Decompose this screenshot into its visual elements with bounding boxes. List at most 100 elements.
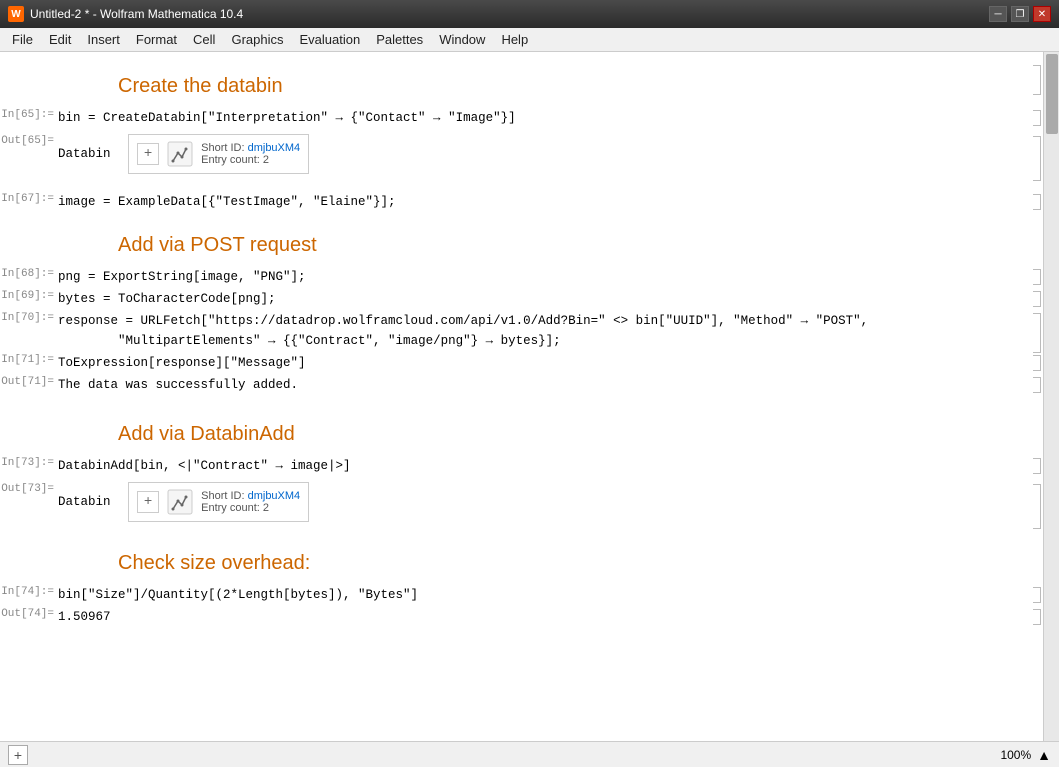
body-in68[interactable]: png = ExportString[image, "PNG"]; (58, 267, 1021, 287)
menu-bar: File Edit Insert Format Cell Graphics Ev… (0, 28, 1059, 52)
cell-in65: In[65]:= bin = CreateDatabin["Interpreta… (0, 107, 1043, 129)
minimize-button[interactable]: ─ (989, 6, 1007, 22)
section-bracket-3 (1021, 411, 1043, 454)
add-cell-button[interactable]: + (8, 745, 28, 765)
section-bracket-1 (1021, 63, 1043, 106)
section-label-4 (0, 540, 58, 541)
databin-widget-2[interactable]: + Short ID: dmjbuXM4 Entry count: 2 (128, 482, 309, 522)
label-out65: Out[65]= (0, 134, 58, 147)
label-in73: In[73]:= (0, 456, 58, 469)
menu-palettes[interactable]: Palettes (368, 30, 431, 49)
title-bar-left: W Untitled-2 * - Wolfram Mathematica 10.… (8, 6, 243, 22)
app-icon: W (8, 6, 24, 22)
cell-in73: In[73]:= DatabinAdd[bin, <|"Contract" → … (0, 455, 1043, 477)
cell-in69: In[69]:= bytes = ToCharacterCode[png]; (0, 288, 1043, 310)
label-out74: Out[74]= (0, 607, 58, 620)
zoom-in-button[interactable]: ▲ (1037, 747, 1051, 763)
cell-in71: In[71]:= ToExpression[response]["Message… (0, 352, 1043, 374)
section-header-3: Add via DatabinAdd (58, 411, 1021, 454)
section-label-1 (0, 63, 58, 64)
window-title: Untitled-2 * - Wolfram Mathematica 10.4 (30, 7, 243, 21)
databin-widget-1[interactable]: + Short ID: dmjbuXM4 Entry count: 2 (128, 134, 309, 174)
section-header-1: Create the databin (58, 63, 1021, 106)
bracket-in69 (1021, 289, 1043, 309)
menu-evaluation[interactable]: Evaluation (291, 30, 368, 49)
restore-button[interactable]: ❐ (1011, 6, 1029, 22)
menu-format[interactable]: Format (128, 30, 185, 49)
menu-help[interactable]: Help (493, 30, 536, 49)
status-bar: + 100% ▲ (0, 741, 1059, 767)
cell-out65: Out[65]= Databin + Short ID: dmjbuXM (0, 133, 1043, 175)
right-panel (1043, 52, 1059, 741)
section-header-2: Add via POST request (58, 222, 1021, 265)
label-in67: In[67]:= (0, 192, 58, 205)
bracket-in71 (1021, 353, 1043, 373)
section-bracket-4 (1021, 540, 1043, 583)
section-label-2 (0, 222, 58, 223)
title-bar: W Untitled-2 * - Wolfram Mathematica 10.… (0, 0, 1059, 28)
cell-in67: In[67]:= image = ExampleData[{"TestImage… (0, 191, 1043, 213)
cell-out73: Out[73]= Databin + Short ID: dmjbuXM (0, 481, 1043, 523)
label-in68: In[68]:= (0, 267, 58, 280)
notebook-container: Create the databin In[65]:= bin = Create… (0, 52, 1059, 741)
body-out71: The data was successfully added. (58, 375, 1021, 393)
databin-info-1: Short ID: dmjbuXM4 Entry count: 2 (201, 142, 300, 166)
body-in65[interactable]: bin = CreateDatabin["Interpretation" → {… (58, 108, 1021, 128)
section-header-row-2: Add via POST request (0, 221, 1043, 266)
bracket-in70 (1021, 311, 1043, 351)
databin-logo-icon-2 (165, 487, 195, 517)
body-out73: Databin + Short ID: dmjbuXM4 Entry count… (58, 482, 1021, 522)
menu-file[interactable]: File (4, 30, 41, 49)
scrollbar-area[interactable] (1044, 52, 1059, 741)
label-in65: In[65]:= (0, 108, 58, 121)
scrollbar-thumb[interactable] (1046, 54, 1058, 134)
cell-in74: In[74]:= bin["Size"]/Quantity[(2*Length[… (0, 584, 1043, 606)
section-label-3 (0, 411, 58, 412)
notebook-content[interactable]: Create the databin In[65]:= bin = Create… (0, 52, 1043, 741)
menu-insert[interactable]: Insert (79, 30, 128, 49)
zoom-level: 100% (1000, 748, 1031, 762)
label-in74: In[74]:= (0, 585, 58, 598)
body-out65: Databin + Short ID: dmjbuXM4 Entry count… (58, 134, 1021, 174)
body-out74: 1.50967 (58, 607, 1021, 625)
menu-graphics[interactable]: Graphics (223, 30, 291, 49)
close-button[interactable]: ✕ (1033, 6, 1051, 22)
section-header-4: Check size overhead: (58, 540, 1021, 583)
label-in69: In[69]:= (0, 289, 58, 302)
bracket-out73 (1021, 482, 1043, 522)
bracket-in73 (1021, 456, 1043, 476)
databin-plus-icon-2[interactable]: + (137, 491, 159, 513)
bracket-in65 (1021, 108, 1043, 128)
body-in70[interactable]: response = URLFetch["https://datadrop.wo… (58, 311, 1021, 351)
menu-cell[interactable]: Cell (185, 30, 223, 49)
menu-edit[interactable]: Edit (41, 30, 79, 49)
body-in74[interactable]: bin["Size"]/Quantity[(2*Length[bytes]), … (58, 585, 1021, 605)
bracket-in74 (1021, 585, 1043, 605)
cell-in68: In[68]:= png = ExportString[image, "PNG"… (0, 266, 1043, 288)
cell-out74: Out[74]= 1.50967 (0, 606, 1043, 626)
status-right: 100% ▲ (1000, 747, 1051, 763)
body-in69[interactable]: bytes = ToCharacterCode[png]; (58, 289, 1021, 309)
body-in71[interactable]: ToExpression[response]["Message"] (58, 353, 1021, 373)
body-in73[interactable]: DatabinAdd[bin, <|"Contract" → image|>] (58, 456, 1021, 476)
label-in70: In[70]:= (0, 311, 58, 324)
bracket-out74 (1021, 607, 1043, 625)
section-bracket-2 (1021, 222, 1043, 265)
bracket-in68 (1021, 267, 1043, 287)
databin-logo-icon (165, 139, 195, 169)
bracket-out65 (1021, 134, 1043, 174)
section-header-row-3: Add via DatabinAdd (0, 410, 1043, 455)
databin-plus-icon[interactable]: + (137, 143, 159, 165)
title-bar-controls: ─ ❐ ✕ (989, 6, 1051, 22)
label-in71: In[71]:= (0, 353, 58, 366)
bracket-out71 (1021, 375, 1043, 393)
menu-window[interactable]: Window (431, 30, 493, 49)
cell-out71: Out[71]= The data was successfully added… (0, 374, 1043, 394)
label-out73: Out[73]= (0, 482, 58, 495)
section-header-row-1: Create the databin (0, 62, 1043, 107)
section-header-row-4: Check size overhead: (0, 539, 1043, 584)
label-out71: Out[71]= (0, 375, 58, 388)
body-in67[interactable]: image = ExampleData[{"TestImage", "Elain… (58, 192, 1021, 212)
cell-in70: In[70]:= response = URLFetch["https://da… (0, 310, 1043, 352)
databin-info-2: Short ID: dmjbuXM4 Entry count: 2 (201, 490, 300, 514)
